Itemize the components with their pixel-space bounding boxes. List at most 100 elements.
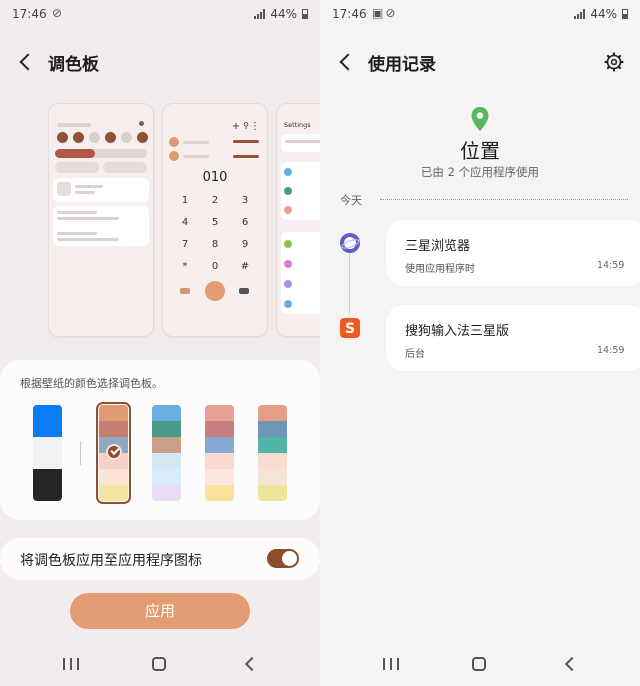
dialer-key: 6: [241, 217, 249, 228]
apply-icons-row[interactable]: 将调色板应用至应用程序图标: [0, 538, 320, 580]
location-pin-icon: [470, 106, 490, 132]
battery-level: 44%: [590, 7, 617, 21]
palette-color: [33, 405, 62, 437]
preview-quick-panel: [49, 104, 153, 336]
palette-color: [152, 485, 181, 501]
list-item[interactable]: 搜狗输入法三星版 后台 14:59: [386, 305, 640, 371]
palette-color: [258, 485, 287, 501]
dialer-key: 9: [241, 239, 249, 250]
palette-color: [99, 421, 128, 437]
video-call-icon: [180, 288, 190, 294]
usage-time: 14:59: [597, 260, 625, 271]
location-title: 位置: [460, 139, 500, 163]
home-button[interactable]: [472, 657, 486, 671]
palette-screen: 17:46 ⊘ 44% 调色板 + ⚲ ⋮ 010 1 2 3 4 5 6 7 …: [0, 0, 320, 686]
palette-color: [258, 469, 287, 485]
recent-apps-button[interactable]: [63, 658, 79, 670]
palette-option-3[interactable]: [152, 405, 181, 501]
status-bar: 17:46 ▣⊘ 44%: [320, 0, 640, 28]
list-item[interactable]: 三星浏览器 使用应用程序时 14:59: [386, 220, 640, 286]
palette-color: [205, 421, 234, 437]
signal-icon: [254, 9, 266, 19]
status-time: 17:46: [12, 7, 47, 21]
palette-color: [205, 469, 234, 485]
app-name: 搜狗输入法三星版: [405, 324, 510, 339]
palette-option-1[interactable]: [33, 405, 62, 501]
dialer-number: 010: [202, 170, 228, 185]
home-button[interactable]: [152, 657, 166, 671]
palette-color: [258, 437, 287, 453]
dialer-key: #: [240, 261, 250, 272]
palette-color: [152, 421, 181, 437]
status-time: 17:46: [332, 7, 367, 21]
battery-icon: [622, 9, 628, 19]
samsung-internet-icon: [340, 233, 360, 253]
page-title: 调色板: [48, 54, 99, 75]
dialer-key: 3: [241, 195, 249, 206]
palette-color: [152, 469, 181, 485]
check-icon: [106, 444, 122, 460]
sogou-input-icon: S: [340, 318, 360, 338]
palette-color: [205, 453, 234, 469]
nav-back-button[interactable]: [244, 658, 256, 670]
app-name: 三星浏览器: [405, 239, 471, 254]
palette-color: [152, 405, 181, 421]
palette-color: [99, 485, 128, 501]
dialer-key: 4: [181, 217, 189, 228]
palette-option-5[interactable]: [258, 405, 287, 501]
palette-color: [152, 453, 181, 469]
palette-color: [205, 405, 234, 421]
notification-icons: ▣⊘: [372, 6, 398, 20]
call-button-icon: [205, 281, 225, 301]
palette-hint: 根据壁纸的颜色选择调色板。: [20, 377, 163, 390]
palette-color: [205, 437, 234, 453]
dialer-key: 2: [211, 195, 219, 206]
palette-color: [33, 437, 62, 469]
gear-icon[interactable]: [602, 50, 626, 74]
palette-color: [258, 421, 287, 437]
dnd-icon: ⊘: [52, 6, 65, 20]
more-icon: ⋮: [250, 121, 260, 132]
palette-option-4[interactable]: [205, 405, 234, 501]
apply-icons-label: 将调色板应用至应用程序图标: [20, 553, 202, 569]
usage-time: 14:59: [597, 345, 625, 356]
back-button[interactable]: [334, 50, 358, 74]
battery-icon: [302, 9, 308, 19]
settings-preview-title: Settings: [284, 121, 311, 129]
page-header: 调色板: [14, 44, 306, 80]
recent-apps-button[interactable]: [383, 658, 399, 670]
dialer-key: 7: [181, 239, 189, 250]
nav-bar: [320, 642, 640, 686]
dialer-key: 0: [211, 261, 219, 272]
usage-type: 使用应用程序时: [405, 264, 475, 275]
today-label: 今天: [340, 194, 362, 207]
palette-color: [258, 405, 287, 421]
palette-color: [258, 453, 287, 469]
palette-color: [99, 469, 128, 485]
palette-color: [205, 485, 234, 501]
battery-level: 44%: [270, 7, 297, 21]
backspace-icon: [239, 288, 249, 294]
dialer-key: *: [182, 261, 188, 272]
palette-divider: [80, 441, 81, 465]
timeline-line: [349, 252, 350, 314]
dialer-key: 5: [211, 217, 219, 228]
palette-color: [99, 405, 128, 421]
nav-bar: [0, 642, 320, 686]
status-bar: 17:46 ⊘ 44%: [0, 0, 320, 28]
apply-button[interactable]: 应用: [70, 593, 250, 629]
location-subtitle: 已由 2 个应用程序使用: [420, 165, 540, 179]
settings-dot-icon: [139, 121, 144, 126]
page-header: 使用记录: [334, 44, 626, 80]
page-title: 使用记录: [368, 54, 436, 75]
apply-icons-toggle[interactable]: [267, 549, 299, 568]
dialer-key: 1: [181, 195, 189, 206]
back-button[interactable]: [14, 50, 38, 74]
dialer-key: 8: [211, 239, 219, 250]
nav-back-button[interactable]: [564, 658, 576, 670]
palette-color: [152, 437, 181, 453]
usage-type: 后台: [405, 349, 425, 360]
location-history-screen: 17:46 ▣⊘ 44% 使用记录 位置 已由 2 个应用程序使用 今天 三星浏…: [320, 0, 640, 686]
preview-dialer: + ⚲ ⋮ 010 1 2 3 4 5 6 7 8 9 * 0 #: [163, 104, 267, 336]
preview-settings: Settings: [277, 104, 320, 336]
